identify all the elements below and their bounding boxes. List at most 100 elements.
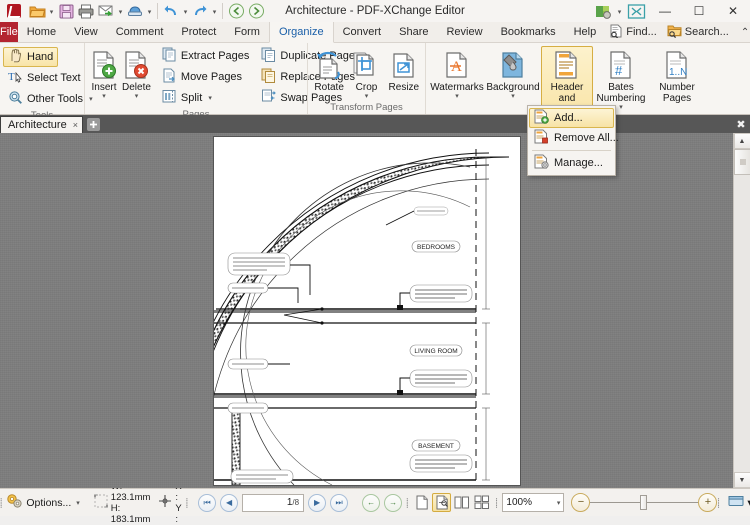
menu-item-bookmarks[interactable]: Bookmarks [492,22,565,42]
resize-pages-button[interactable]: Resize [386,46,422,94]
scrollbar-track[interactable] [734,149,750,472]
chevron-up-icon[interactable]: ⌃ [735,27,750,38]
background-label: Background [486,82,539,93]
svg-text:T: T [8,71,15,83]
menu-item-form[interactable]: Form [225,22,269,42]
menu-item-share[interactable]: Share [390,22,437,42]
menu-item-help[interactable]: Help [565,22,606,42]
continuous-page-icon[interactable] [432,493,451,512]
scroll-down-button[interactable]: ▼ [734,472,750,488]
email-button[interactable] [96,1,116,21]
scan-button[interactable] [125,1,145,21]
close-icon[interactable]: × [73,120,78,130]
options-dropdown-arrow[interactable]: ▾ [76,499,80,507]
dropdown-item-manage[interactable]: Manage... [529,153,614,173]
zoom-level-combobox[interactable]: 100% ▾ [502,493,564,512]
zoom-in-button[interactable]: + [698,493,717,512]
go-forward-button[interactable]: → [384,494,402,512]
go-back-button[interactable]: ← [362,494,380,512]
close-all-tabs-icon[interactable]: ✖ [732,115,750,133]
svg-text:#: # [615,63,623,78]
print-button[interactable] [76,1,96,21]
undo-button[interactable] [161,1,181,21]
back-button[interactable] [226,1,246,21]
dropdown-item-add[interactable]: Add... [529,108,614,128]
status-grip-2: ⸽ [186,495,188,511]
options-button[interactable]: Options... ▾ [2,493,83,512]
delete-pages-dropdown-arrow[interactable]: ▾ [135,93,139,100]
two-pages-icon[interactable] [452,493,471,512]
ribbon-group-page-content: A Watermarks ▾ Background ▾ Heade [425,43,750,114]
customize-qat-icon[interactable] [591,1,615,21]
quick-access-toolbar: ▾ ▾ ▾ ▾ ▾ [25,1,266,21]
undo-dropdown-arrow[interactable]: ▾ [181,1,190,21]
document-tab-architecture[interactable]: Architecture × [0,116,83,133]
insert-pages-dropdown-arrow[interactable]: ▾ [102,93,106,100]
bates-numbering-dropdown-arrow[interactable]: ▾ [619,104,623,111]
scan-dropdown-arrow[interactable]: ▾ [145,1,154,21]
extract-pages-button[interactable]: Extract Pages [157,46,254,66]
close-button[interactable]: ✕ [716,0,750,22]
menu-item-convert[interactable]: Convert [334,22,391,42]
zoom-level-value: 100% [506,497,554,508]
next-page-button[interactable]: ▶ [308,494,326,512]
select-text-button[interactable]: T Select Text [3,68,86,88]
email-dropdown-arrow[interactable]: ▾ [116,1,125,21]
zoom-slider-handle[interactable] [640,495,647,510]
menu-item-home[interactable]: Home [18,22,65,42]
two-pages-continuous-icon[interactable] [472,493,491,512]
curved-wall [214,157,509,485]
open-file-dropdown-arrow[interactable]: ▾ [47,1,56,21]
customize-qat-arrow[interactable]: ▾ [615,1,624,21]
watermarks-button[interactable]: A Watermarks ▾ [429,46,485,101]
delete-pages-button[interactable]: Delete ▾ [120,46,153,101]
menu-item-protect[interactable]: Protect [172,22,225,42]
crop-pages-button[interactable]: Crop ▾ [348,46,384,101]
last-page-button[interactable]: ⏭ [330,494,348,512]
first-page-button[interactable]: ⏮ [198,494,216,512]
search-button[interactable]: Search... [663,24,733,41]
minimize-button[interactable]: — [648,0,682,22]
number-pages-button[interactable]: 1..N Number Pages [649,46,705,105]
menu-item-comment[interactable]: Comment [107,22,173,42]
background-button[interactable]: Background ▾ [485,46,541,101]
fit-page-button[interactable]: ▾ [724,494,750,511]
save-button[interactable] [56,1,76,21]
vertical-scrollbar[interactable]: ▲ ▼ [733,133,750,488]
menu-item-view[interactable]: View [65,22,107,42]
insert-pages-button[interactable]: Insert ▾ [88,46,120,101]
menu-item-file[interactable]: File [0,22,18,42]
redo-button[interactable] [190,1,210,21]
chevron-down-icon[interactable]: ▾ [557,499,561,507]
forward-button[interactable] [246,1,266,21]
crop-pages-dropdown-arrow[interactable]: ▾ [365,93,369,100]
scrollbar-thumb[interactable] [734,149,750,175]
menu-item-review[interactable]: Review [437,22,491,42]
single-page-icon[interactable] [412,493,431,512]
move-pages-button[interactable]: Move Pages [157,67,254,87]
insert-page-icon [90,49,118,81]
open-file-button[interactable] [27,1,47,21]
fullscreen-icon[interactable] [624,1,648,21]
rotate-pages-button[interactable]: Rotate [311,46,347,94]
previous-page-button[interactable]: ◀ [220,494,238,512]
page-number-input[interactable]: 1 / 8 [242,494,304,512]
bates-numbering-button[interactable]: # Bates Numbering ▾ [593,46,649,112]
watermarks-dropdown-arrow[interactable]: ▾ [455,93,459,100]
redo-dropdown-arrow[interactable]: ▾ [210,1,219,21]
hand-tool-button[interactable]: Hand [3,47,58,67]
pdf-page[interactable]: BEDROOMS LIVING ROOM BASEMENT [214,137,520,485]
header-footer-icon [553,49,581,81]
menu-item-organize[interactable]: Organize [269,22,334,43]
split-pages-button[interactable]: Split ▾ [157,88,254,108]
find-button[interactable]: Find... [605,24,661,41]
split-pages-dropdown-arrow[interactable]: ▾ [208,94,212,102]
plus-icon[interactable] [86,116,102,132]
dropdown-item-remove-all[interactable]: Remove All... [529,128,614,148]
scroll-up-button[interactable]: ▲ [734,133,750,149]
select-text-icon: T [8,69,23,87]
background-dropdown-arrow[interactable]: ▾ [511,93,515,100]
zoom-slider[interactable] [590,493,698,512]
zoom-out-button[interactable]: − [571,493,590,512]
maximize-button[interactable]: ☐ [682,0,716,22]
